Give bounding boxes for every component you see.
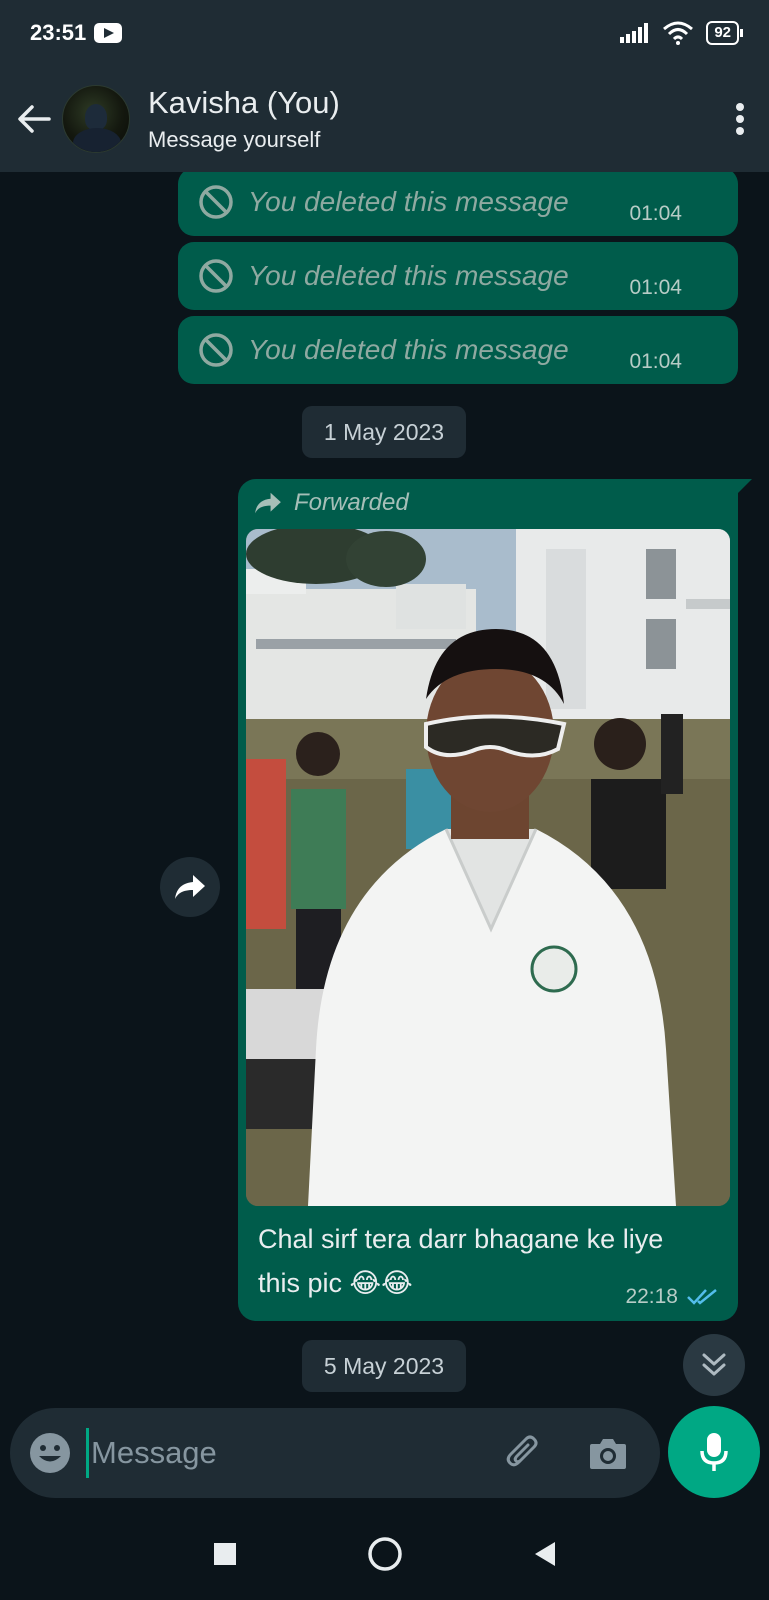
forward-share-button[interactable]: [160, 857, 220, 917]
more-options-icon[interactable]: [725, 99, 755, 139]
forwarded-row: Forwarded: [252, 489, 409, 517]
status-icons: 92: [620, 21, 743, 45]
wifi-icon: [663, 21, 694, 45]
system-navigation-bar: [0, 1508, 769, 1600]
message-time: 01:04: [629, 276, 682, 299]
forwarded-arrow-icon: [255, 492, 281, 514]
date-divider: 1 May 2023: [302, 406, 466, 458]
message-time: 01:04: [629, 350, 682, 373]
contact-info[interactable]: Kavisha (You) Message yourself: [148, 85, 340, 153]
deleted-message-text: You deleted this message: [248, 334, 569, 365]
contact-subtitle: Message yourself: [148, 127, 321, 152]
share-arrow-icon: [175, 875, 205, 899]
message-meta: 22:18: [625, 1285, 720, 1309]
ban-icon: [199, 333, 233, 367]
scroll-to-bottom-button[interactable]: [683, 1334, 745, 1396]
youtube-notification-icon: [94, 23, 123, 43]
double-chevron-down-icon: [702, 1353, 726, 1376]
date-divider: 5 May 2023: [302, 1340, 466, 1392]
emoji-icon[interactable]: [28, 1431, 72, 1475]
recents-square-icon[interactable]: [213, 1542, 237, 1566]
message-photo[interactable]: [246, 529, 730, 1206]
deleted-message-bubble[interactable]: You deleted this message 01:04: [178, 172, 738, 236]
contact-name: Kavisha (You): [148, 85, 340, 120]
input-actions: [504, 1433, 642, 1473]
status-time: 23:51: [30, 20, 87, 45]
ban-icon: [199, 259, 233, 293]
message-time: 22:18: [625, 1285, 678, 1308]
message-time: 01:04: [629, 202, 682, 225]
status-bar: 23:51 92: [0, 0, 769, 66]
message-compose-bar: [10, 1408, 660, 1498]
ban-icon: [199, 185, 233, 219]
chat-area: You deleted this message 01:04 You delet…: [0, 172, 769, 1408]
signal-icon: [620, 23, 649, 43]
double-check-icon: [687, 1289, 717, 1305]
deleted-message-bubble[interactable]: You deleted this message 01:04: [178, 316, 738, 384]
battery-indicator: 92: [706, 21, 743, 45]
back-arrow-icon[interactable]: [14, 99, 54, 139]
message-input[interactable]: [86, 1428, 446, 1478]
attachment-icon[interactable]: [504, 1433, 544, 1473]
deleted-message-text: You deleted this message: [248, 186, 569, 217]
voice-record-button[interactable]: [668, 1406, 760, 1498]
image-message-bubble[interactable]: Forwarded Chal sirf tera darr bhagane ke…: [238, 479, 752, 1321]
back-triangle-icon[interactable]: [533, 1541, 557, 1567]
avatar[interactable]: [62, 85, 130, 153]
forwarded-label: Forwarded: [294, 489, 409, 516]
home-circle-icon[interactable]: [367, 1536, 403, 1572]
message-caption: Chal sirf tera darr bhagane ke liye this…: [258, 1224, 664, 1298]
chat-header: Kavisha (You) Message yourself: [0, 66, 769, 172]
deleted-message-bubble[interactable]: You deleted this message 01:04: [178, 242, 738, 310]
deleted-message-text: You deleted this message: [248, 260, 569, 291]
camera-icon[interactable]: [588, 1435, 628, 1471]
microphone-icon: [700, 1433, 728, 1471]
